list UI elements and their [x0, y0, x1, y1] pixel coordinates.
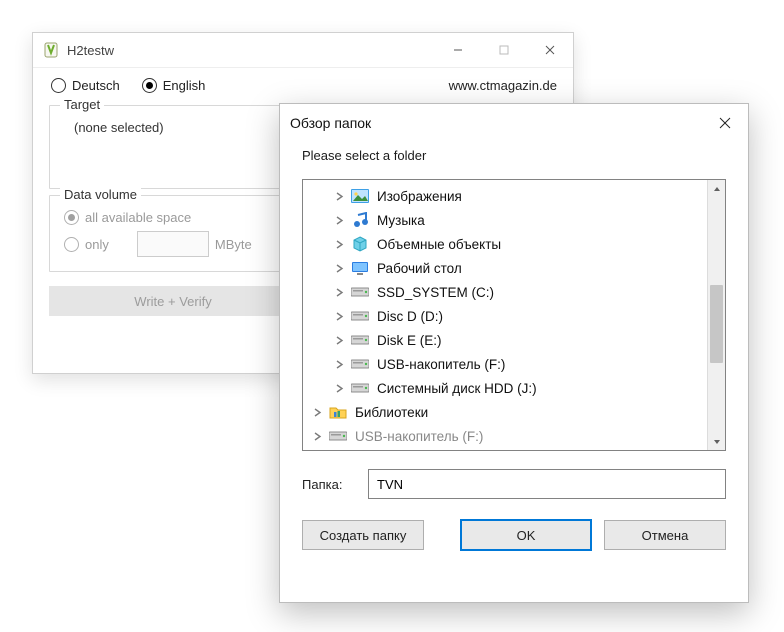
- tree-node[interactable]: Системный диск HDD (J:): [303, 376, 707, 400]
- write-verify-button: Write + Verify: [49, 286, 297, 316]
- tree-node[interactable]: USB-накопитель (F:): [303, 424, 707, 448]
- radio-english[interactable]: English: [142, 78, 206, 93]
- tree-node[interactable]: USB-накопитель (F:): [303, 352, 707, 376]
- expand-icon[interactable]: [333, 358, 345, 370]
- folder-field-label: Папка:: [302, 477, 368, 492]
- scroll-thumb[interactable]: [710, 285, 723, 363]
- mbyte-input: [137, 231, 209, 257]
- tree-node[interactable]: Библиотеки: [303, 400, 707, 424]
- drive-icon: [329, 428, 347, 444]
- radio-all-space: all available space: [64, 210, 191, 225]
- scroll-down-icon[interactable]: [708, 433, 725, 450]
- pictures-icon: [351, 188, 369, 204]
- drive-icon: [351, 284, 369, 300]
- drive-icon: [351, 332, 369, 348]
- radio-only: only: [64, 237, 109, 252]
- browse-title: Обзор папок: [290, 115, 702, 131]
- main-title: H2testw: [67, 43, 435, 58]
- drive-icon: [351, 380, 369, 396]
- tree-node-label: Библиотеки: [355, 405, 428, 420]
- folder-field-row: Папка:: [302, 469, 726, 499]
- radio-all-space-label: all available space: [85, 210, 191, 225]
- tree-node-label: Объемные объекты: [377, 237, 501, 252]
- folder-name-input[interactable]: [368, 469, 726, 499]
- tree-node[interactable]: SSD_SYSTEM (C:): [303, 280, 707, 304]
- browse-titlebar: Обзор папок: [280, 104, 748, 142]
- dialog-button-row: Создать папку OK Отмена: [302, 519, 726, 551]
- ok-button[interactable]: OK: [460, 519, 592, 551]
- maximize-button[interactable]: [481, 33, 527, 67]
- folder-tree: Изображения Музыка Объемные объекты Рабочий…: [302, 179, 726, 451]
- tree-node-label: Рабочий стол: [377, 261, 462, 276]
- radio-indicator: [51, 78, 66, 93]
- tree-node[interactable]: Изображения: [303, 184, 707, 208]
- radio-indicator: [64, 210, 79, 225]
- expand-icon[interactable]: [311, 406, 323, 418]
- scroll-track[interactable]: [708, 197, 725, 433]
- target-legend: Target: [60, 97, 104, 112]
- app-icon: [43, 42, 59, 58]
- main-titlebar: H2testw: [33, 33, 573, 68]
- tree-node-label: USB-накопитель (F:): [355, 429, 483, 444]
- drive-icon: [351, 308, 369, 324]
- tree-node[interactable]: Disk E (E:): [303, 328, 707, 352]
- mbyte-unit: MByte: [215, 237, 252, 252]
- tree-node[interactable]: Объемные объекты: [303, 232, 707, 256]
- expand-icon[interactable]: [333, 310, 345, 322]
- tree-scrollbar[interactable]: [707, 180, 725, 450]
- radio-indicator: [64, 237, 79, 252]
- tree-node[interactable]: Рабочий стол: [303, 256, 707, 280]
- tree-node-label: Disk E (E:): [377, 333, 442, 348]
- radio-english-label: English: [163, 78, 206, 93]
- tree-node[interactable]: Disc D (D:): [303, 304, 707, 328]
- browse-folder-dialog: Обзор папок Please select a folder Изобр…: [279, 103, 749, 603]
- radio-only-label: only: [85, 237, 109, 252]
- drive-icon: [351, 356, 369, 372]
- close-button[interactable]: [527, 33, 573, 67]
- desktop-icon: [351, 260, 369, 276]
- tree-node-label: Disc D (D:): [377, 309, 443, 324]
- tree-node-label: USB-накопитель (F:): [377, 357, 505, 372]
- browse-message: Please select a folder: [280, 142, 748, 179]
- tree-node-label: Системный диск HDD (J:): [377, 381, 537, 396]
- 3d-icon: [351, 236, 369, 252]
- expand-icon[interactable]: [311, 430, 323, 442]
- scroll-up-icon[interactable]: [708, 180, 725, 197]
- website-link[interactable]: www.ctmagazin.de: [449, 78, 557, 93]
- tree-node[interactable]: Музыка: [303, 208, 707, 232]
- radio-deutsch-label: Deutsch: [72, 78, 120, 93]
- new-folder-button[interactable]: Создать папку: [302, 520, 424, 550]
- radio-deutsch[interactable]: Deutsch: [51, 78, 120, 93]
- language-row: Deutsch English www.ctmagazin.de: [33, 68, 573, 99]
- tree-node-label: SSD_SYSTEM (C:): [377, 285, 494, 300]
- browse-close-button[interactable]: [702, 104, 748, 142]
- tree-node-label: Изображения: [377, 189, 462, 204]
- music-icon: [351, 212, 369, 228]
- expand-icon[interactable]: [333, 238, 345, 250]
- datavolume-legend: Data volume: [60, 187, 141, 202]
- minimize-button[interactable]: [435, 33, 481, 67]
- tree-node-label: Музыка: [377, 213, 425, 228]
- expand-icon[interactable]: [333, 286, 345, 298]
- expand-icon[interactable]: [333, 262, 345, 274]
- expand-icon[interactable]: [333, 190, 345, 202]
- expand-icon[interactable]: [333, 382, 345, 394]
- libs-icon: [329, 404, 347, 420]
- expand-icon[interactable]: [333, 214, 345, 226]
- cancel-button[interactable]: Отмена: [604, 520, 726, 550]
- radio-indicator: [142, 78, 157, 93]
- expand-icon[interactable]: [333, 334, 345, 346]
